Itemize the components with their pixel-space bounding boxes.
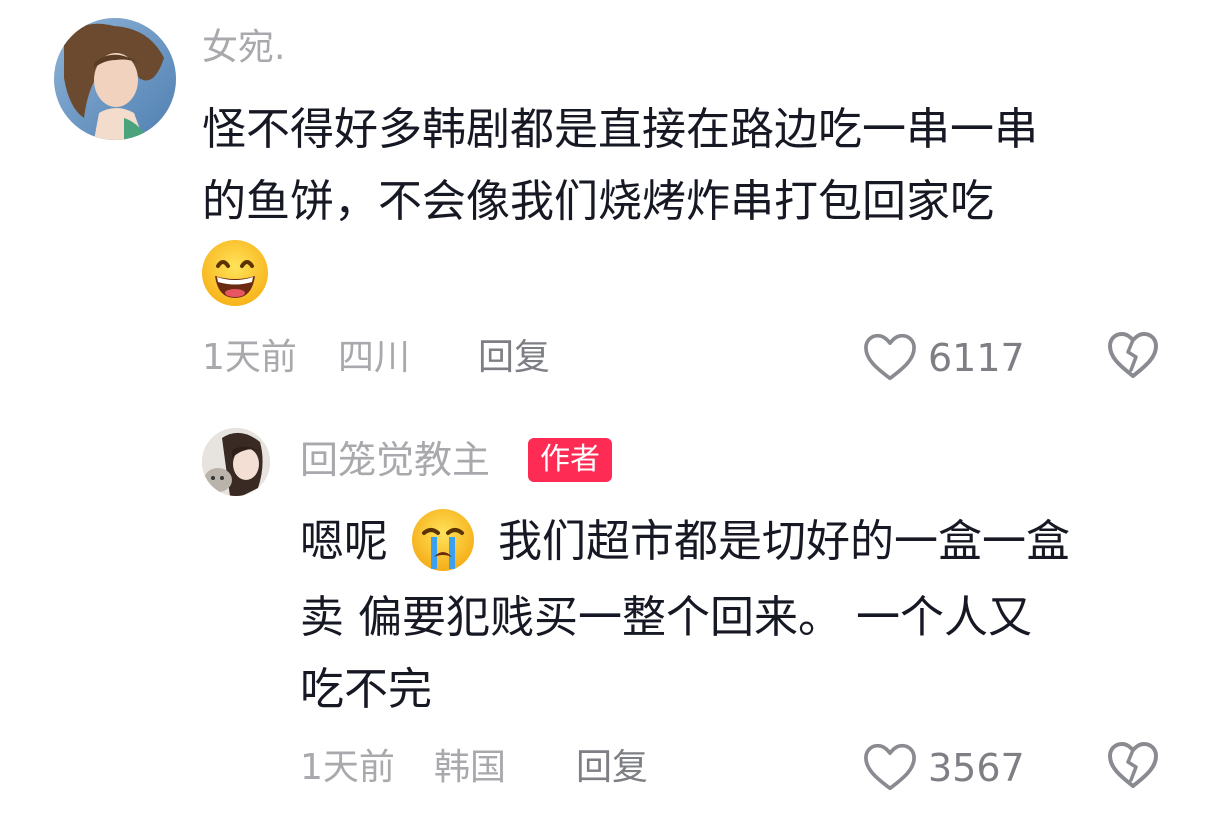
- username[interactable]: 女宛.: [202, 24, 285, 72]
- avatar-image: [202, 428, 270, 496]
- reply-text-line: 嗯呢 我们超市都是切好的一盒一盒: [300, 506, 1070, 578]
- comment-location: 四川: [338, 337, 411, 378]
- reply-button[interactable]: 回复: [478, 334, 550, 382]
- author-badge: 作者: [528, 438, 612, 482]
- like-button[interactable]: 6117: [862, 328, 1042, 388]
- like-count: 3567: [928, 746, 1025, 790]
- like-button[interactable]: 3567: [862, 738, 1042, 798]
- crying-emoji-icon: [410, 507, 476, 573]
- broken-heart-icon: [1108, 332, 1158, 378]
- reply-text-line: 吃不完: [300, 664, 432, 715]
- reply-text-prefix: 嗯呢: [300, 516, 388, 567]
- avatar-image: [54, 18, 176, 140]
- comment-time: 1天前: [202, 337, 297, 378]
- heart-outline-icon: [864, 333, 916, 381]
- grinning-emoji-icon: [200, 238, 270, 308]
- reply-location: 韩国: [434, 747, 507, 788]
- avatar[interactable]: [202, 428, 270, 496]
- comment-text-line: 的鱼饼，不会像我们烧烤炸串打包回家吃: [202, 176, 994, 227]
- comment-text-line: 怪不得好多韩剧都是直接在路边吃一串一串: [202, 104, 1038, 155]
- username[interactable]: 回笼觉教主: [300, 434, 490, 486]
- broken-heart-icon: [1108, 742, 1158, 788]
- avatar[interactable]: [54, 18, 176, 140]
- reply-text-line: 我们超市都是切好的一盒一盒: [498, 516, 1070, 567]
- reply-text-line: 卖 偏要犯贱买一整个回来。 一个人又: [300, 592, 1032, 643]
- reply-button[interactable]: 回复: [576, 744, 648, 792]
- dislike-button[interactable]: [1106, 330, 1160, 384]
- like-count: 6117: [928, 336, 1025, 380]
- reply-time: 1天前: [300, 747, 395, 788]
- heart-outline-icon: [864, 743, 916, 791]
- dislike-button[interactable]: [1106, 740, 1160, 794]
